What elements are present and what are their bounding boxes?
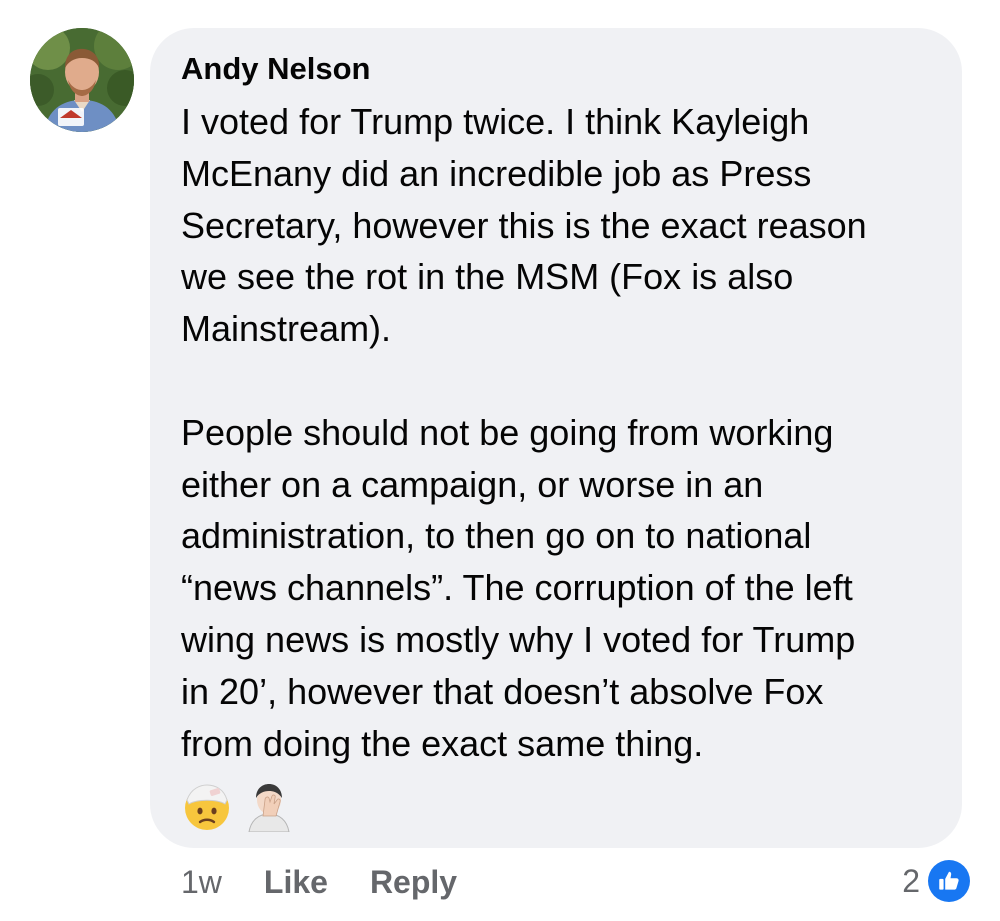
comment-line: from doing the exact same thing. (181, 722, 704, 764)
comment-line: we see the rot in the MSM (Fox is also (181, 256, 794, 298)
emoji-row (181, 780, 295, 832)
comment-line: People should not be going from working (181, 411, 834, 453)
reaction-count: 2 (902, 862, 920, 899)
comment-line: “news channels”. The corruption of the l… (181, 567, 853, 609)
comment-line: Secretary, however this is the exact rea… (181, 204, 867, 246)
like-button[interactable]: Like (264, 864, 328, 901)
comment: Andy Nelson I voted for Trump twice. I t… (0, 0, 1000, 921)
comment-line: wing news is mostly why I voted for Trum… (181, 618, 856, 660)
avatar[interactable] (30, 28, 134, 132)
comment-line: either on a campaign, or worse in an (181, 463, 764, 505)
comment-author[interactable]: Andy Nelson (181, 50, 370, 88)
comment-line: I voted for Trump twice. I think Kayleig… (181, 101, 810, 142)
comment-line: McEnany did an incredible job as Press (181, 152, 812, 194)
like-thumbs-up-icon (928, 860, 970, 902)
reply-button[interactable]: Reply (370, 864, 457, 901)
comment-line: Mainstream). (181, 308, 392, 350)
face-with-head-bandage-icon (185, 784, 229, 830)
comment-body: I voted for Trump twice. I think Kayleig… (181, 96, 951, 769)
comment-line: administration, to then go on to nationa… (181, 515, 812, 557)
reaction-summary[interactable]: 2 (902, 858, 970, 904)
comment-timestamp[interactable]: 1w (181, 864, 222, 901)
comment-line: in 20’, however that doesn’t absolve Fox (181, 670, 824, 712)
comment-actions: 1w Like Reply (181, 862, 499, 902)
profile-photo-icon (30, 28, 134, 132)
person-facepalming-icon (248, 784, 290, 832)
